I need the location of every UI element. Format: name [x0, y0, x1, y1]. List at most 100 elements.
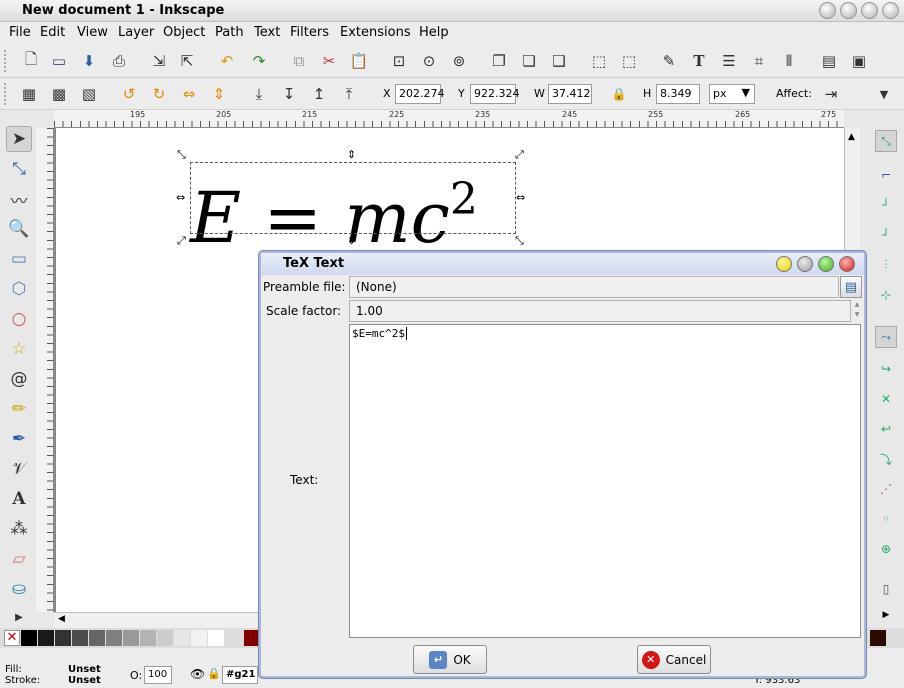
spray-tool-icon[interactable]: ⁂ — [6, 516, 32, 542]
menu-help[interactable]: Help — [419, 25, 449, 40]
zoom-tool-icon[interactable]: 🔍 — [6, 216, 32, 242]
selector-tool-icon[interactable]: ➤ — [6, 126, 32, 152]
select-all-layers-icon[interactable]: ▩ — [48, 83, 70, 105]
align-distribute-icon[interactable]: ⫴ — [778, 50, 800, 72]
scale-handle-se[interactable]: ⤡ — [515, 234, 524, 248]
snap-bbox-edge-icon[interactable]: ┘ — [875, 194, 897, 216]
ok-button[interactable]: ↵ OK — [413, 645, 487, 674]
clone-icon[interactable]: ❏ — [518, 50, 540, 72]
lower-icon[interactable]: ↧ — [278, 83, 300, 105]
snap-bbox-icon[interactable]: ⌐ — [875, 164, 897, 186]
vertical-ruler[interactable] — [36, 128, 54, 612]
xml-editor-icon[interactable]: ⌗ — [748, 50, 770, 72]
snap-nodes-icon[interactable]: ⤳ — [875, 326, 897, 348]
ellipse-tool-icon[interactable]: ○ — [6, 306, 32, 332]
menu-path[interactable]: Path — [215, 25, 244, 40]
snap-toggle-icon[interactable]: ⤡ — [875, 130, 897, 152]
eraser-tool-icon[interactable]: ▱ — [6, 546, 32, 572]
toolbar-grip[interactable] — [4, 83, 8, 105]
scale-handle-ne[interactable]: ⤢ — [515, 148, 524, 162]
deselect-icon[interactable]: ▧ — [78, 83, 100, 105]
redo-icon[interactable]: ↷ — [248, 50, 270, 72]
pencil-tool-icon[interactable]: ✏ — [6, 396, 32, 422]
color-swatch[interactable] — [870, 630, 886, 646]
w-spinbox[interactable]: 37.412 — [548, 84, 592, 104]
preferences-icon[interactable]: ▤ — [818, 50, 840, 72]
undo-icon[interactable]: ↶ — [216, 50, 238, 72]
bucket-tool-icon[interactable]: ⛀ — [6, 576, 32, 602]
color-swatch[interactable] — [55, 630, 71, 646]
cancel-button[interactable]: ✕ Cancel — [637, 645, 711, 674]
duplicate-icon[interactable]: ❐ — [488, 50, 510, 72]
scale-factor-spinbox[interactable]: 1.00 — [349, 300, 851, 322]
zoom-drawing-icon[interactable]: ⊙ — [418, 50, 440, 72]
snap-center-icon[interactable]: ◦ — [875, 508, 897, 530]
color-swatch[interactable] — [208, 630, 224, 646]
fill-stroke-icon[interactable]: ✎ — [658, 50, 680, 72]
snap-bbox-midpoint-icon[interactable]: ⫶ — [875, 254, 897, 276]
scroll-up-icon[interactable]: ▲ — [848, 132, 855, 142]
ungroup-icon[interactable]: ⬚ — [618, 50, 640, 72]
snap-intersection-icon[interactable]: ✕ — [875, 388, 897, 410]
menu-edit[interactable]: Edit — [40, 25, 65, 40]
new-document-icon[interactable]: 🗋 — [20, 50, 42, 72]
document-properties-icon[interactable]: ▣ — [848, 50, 870, 72]
color-swatch[interactable] — [191, 630, 207, 646]
color-swatch[interactable] — [106, 630, 122, 646]
cut-icon[interactable]: ✂ — [318, 50, 340, 72]
dialog-minimize-button[interactable] — [797, 256, 813, 272]
minimize-button[interactable] — [840, 2, 857, 19]
node-tool-icon[interactable]: ⤡ — [6, 156, 32, 182]
text-tool-icon[interactable]: A — [6, 486, 32, 512]
pen-tool-icon[interactable]: ✒ — [6, 426, 32, 452]
snap-smooth-icon[interactable]: ⤵ — [875, 448, 897, 470]
open-folder-icon[interactable]: ▤ — [840, 276, 862, 298]
color-swatch[interactable] — [21, 630, 37, 646]
text-font-icon[interactable]: T — [688, 50, 710, 72]
group-icon[interactable]: ⬚ — [588, 50, 610, 72]
snapbar-more-icon[interactable]: ▶ — [875, 604, 897, 626]
scale-handle-sw[interactable]: ⤢ — [177, 234, 186, 248]
menu-extensions[interactable]: Extensions — [340, 25, 411, 40]
lower-bottom-icon[interactable]: ⤓ — [248, 83, 270, 105]
select-all-icon[interactable]: ▦ — [18, 83, 40, 105]
raise-icon[interactable]: ↥ — [308, 83, 330, 105]
opacity-spinbox[interactable]: 100 — [144, 666, 172, 684]
snap-bbox-corner-icon[interactable]: ┘ — [875, 224, 897, 246]
print-icon[interactable]: ⎙ — [108, 50, 130, 72]
tweak-tool-icon[interactable]: 〰 — [6, 186, 32, 212]
scroll-left-icon[interactable]: ◀ — [58, 614, 65, 624]
close-window-button[interactable] — [882, 2, 899, 19]
toolbox-more-icon[interactable]: ▶ — [6, 604, 32, 630]
dialog-close-button[interactable] — [839, 256, 855, 272]
snap-cusp-icon[interactable]: ↩ — [875, 418, 897, 440]
dialog-shade-button[interactable] — [776, 256, 792, 272]
import-icon[interactable]: ⇲ — [148, 50, 170, 72]
snap-page-icon[interactable]: ▯ — [875, 578, 897, 600]
flip-horizontal-icon[interactable]: ⇔ — [178, 83, 200, 105]
color-swatch[interactable] — [72, 630, 88, 646]
layers-icon[interactable]: ☰ — [718, 50, 740, 72]
horizontal-ruler[interactable]: 195 205 215 225 235 245 255 265 275 — [54, 110, 844, 128]
scale-handle-w[interactable]: ⇔ — [176, 191, 185, 204]
layer-dropdown[interactable]: #g21 — [222, 666, 258, 684]
affect-stroke-icon[interactable]: ⇥ — [820, 83, 842, 105]
dialog-titlebar[interactable]: TeX Text — [261, 253, 864, 275]
snap-bbox-center-icon[interactable]: ⊹ — [875, 284, 897, 306]
unlink-clone-icon[interactable]: ❑ — [548, 50, 570, 72]
menu-filters[interactable]: Filters — [290, 25, 329, 40]
snap-midpoint-icon[interactable]: ⋰ — [875, 478, 897, 500]
menu-object[interactable]: Object — [163, 25, 205, 40]
menu-file[interactable]: File — [9, 25, 31, 40]
snap-path-icon[interactable]: ↪ — [875, 358, 897, 380]
preamble-file-field[interactable]: (None) — [349, 276, 839, 298]
menu-text[interactable]: Text — [254, 25, 280, 40]
spiral-tool-icon[interactable]: @ — [6, 366, 32, 392]
scale-handle-nw[interactable]: ⤡ — [177, 148, 186, 162]
h-spinbox[interactable]: 8.349 — [656, 84, 700, 104]
color-swatch[interactable] — [244, 630, 260, 646]
calligraphy-tool-icon[interactable]: 𝒱 — [6, 456, 32, 482]
color-swatch[interactable] — [89, 630, 105, 646]
unit-select[interactable]: px ▼ — [709, 84, 755, 104]
shade-button[interactable] — [819, 2, 836, 19]
